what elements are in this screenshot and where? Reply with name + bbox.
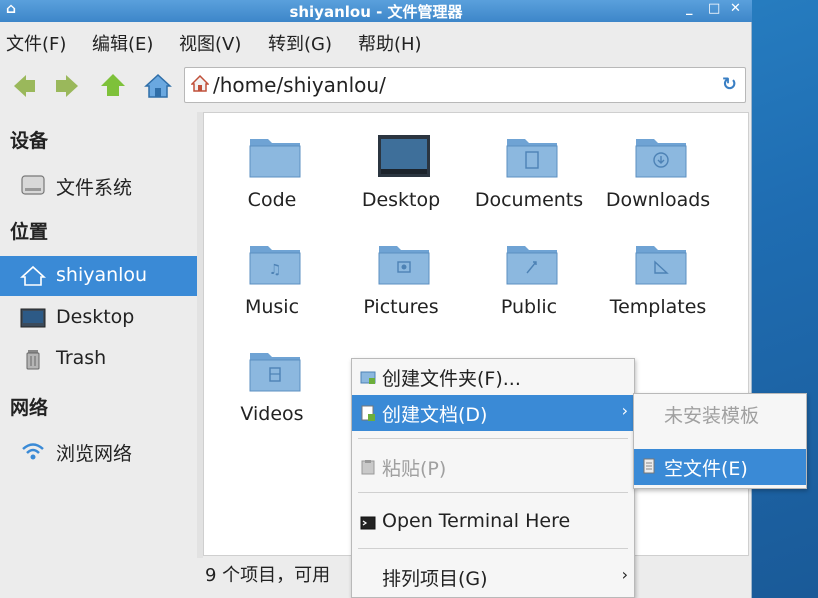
home-button[interactable] — [142, 72, 172, 100]
sidebar-item-label: Trash — [56, 347, 107, 369]
file-name: Pictures — [363, 296, 439, 318]
file-name: Public — [500, 296, 558, 318]
home-icon — [144, 73, 172, 98]
desktop-icon — [20, 308, 46, 328]
file-item-downloads[interactable]: Downloads — [593, 113, 723, 213]
sidebar-header-devices: 设备 — [10, 130, 49, 152]
new-document-icon — [361, 405, 375, 421]
toolbar: /home/shiyanlou/ ↻ — [0, 62, 752, 110]
status-text: 9 个项目，可用 — [205, 565, 331, 586]
back-button[interactable] — [10, 72, 40, 100]
menu-separator — [358, 492, 628, 493]
window-title: shiyanlou - 文件管理器 — [289, 3, 463, 21]
sidebar-item-shiyanlou[interactable]: shiyanlou — [0, 256, 197, 296]
sidebar-item-label: shiyanlou — [56, 264, 148, 286]
ctx-item-arrange-items[interactable]: 排列项目(G) › — [352, 559, 634, 595]
sidebar-item-browse-network[interactable]: 浏览网络 — [0, 431, 197, 471]
menu-bar: 文件(F) 编辑(E) 视图(V) 转到(G) 帮助(H) — [0, 24, 752, 60]
new-folder-icon — [360, 371, 376, 384]
close-button[interactable]: ✕ — [730, 1, 741, 16]
file-name: Templates — [609, 296, 707, 318]
sidebar-header-places: 位置 — [10, 221, 49, 243]
up-button[interactable] — [98, 72, 128, 100]
file-name: Music — [244, 296, 300, 318]
minimize-button[interactable]: _ — [686, 1, 693, 16]
file-item-templates[interactable]: Templates — [593, 220, 723, 320]
svg-text:♫: ♫ — [269, 262, 282, 278]
file-name: Desktop — [361, 189, 441, 211]
terminal-icon — [360, 516, 376, 530]
ctx-item-open-terminal[interactable]: Open Terminal Here — [352, 505, 634, 541]
sidebar-item-trash[interactable]: Trash — [0, 339, 197, 379]
file-name: Code — [247, 189, 297, 211]
menu-separator — [358, 438, 628, 439]
templates-folder-icon — [635, 246, 687, 285]
ctx-item-label: 粘贴(P) — [382, 458, 447, 480]
sidebar-item-filesystem[interactable]: 文件系统 — [0, 165, 197, 205]
sidebar-header-network: 网络 — [10, 397, 49, 419]
sidebar-item-desktop[interactable]: Desktop — [0, 298, 197, 338]
public-folder-icon — [506, 246, 558, 285]
ctx-item-create-document[interactable]: 创建文档(D) › — [352, 395, 634, 431]
videos-folder-icon — [249, 353, 301, 392]
sidebar-item-label: 浏览网络 — [56, 443, 133, 465]
ctx-item-label: 排列项目(G) — [382, 568, 488, 590]
file-name: Documents — [474, 189, 584, 211]
location-bar[interactable]: /home/shiyanlou/ ↻ — [184, 67, 746, 103]
ctx-item-create-folder[interactable]: 创建文件夹(F)... — [352, 359, 634, 395]
maximize-button[interactable]: □ — [708, 1, 720, 16]
documents-folder-icon — [506, 139, 558, 178]
ctx-item-label: Open Terminal Here — [382, 510, 571, 532]
location-text: /home/shiyanlou/ — [213, 73, 386, 97]
create-document-submenu: 未安装模板 空文件(E) — [633, 393, 807, 489]
home-icon — [191, 75, 209, 92]
ctx-item-paste[interactable]: 粘贴(P) — [352, 449, 634, 485]
forward-button[interactable] — [52, 72, 82, 100]
menu-edit[interactable]: 编辑(E) — [92, 30, 153, 56]
menu-go[interactable]: 转到(G) — [268, 30, 332, 56]
pictures-folder-icon — [378, 246, 430, 285]
paste-icon — [361, 460, 375, 475]
file-item-pictures[interactable]: Pictures — [336, 220, 466, 320]
empty-file-icon — [643, 458, 655, 474]
downloads-folder-icon — [635, 139, 687, 178]
submenu-arrow-icon: › — [621, 565, 628, 584]
context-menu: 创建文件夹(F)... 创建文档(D) › 粘贴(P) Open Termina… — [351, 358, 635, 598]
reload-icon[interactable]: ↻ — [722, 74, 737, 95]
submenu-arrow-icon: › — [621, 401, 628, 420]
file-name: Downloads — [605, 189, 711, 211]
wifi-icon — [22, 443, 44, 460]
file-name: Videos — [240, 403, 304, 425]
file-item-documents[interactable]: Documents — [464, 113, 594, 213]
sidebar: 设备 文件系统 位置 shiyanlou Desktop Trash 网络 浏览… — [0, 112, 197, 590]
submenu-item-no-templates: 未安装模板 — [634, 396, 806, 432]
file-item-code[interactable]: Code — [207, 113, 337, 213]
file-item-public[interactable]: Public — [464, 220, 594, 320]
trash-icon — [26, 350, 40, 370]
menu-view[interactable]: 视图(V) — [179, 30, 241, 56]
desktop-folder-icon — [378, 135, 430, 177]
drive-icon — [21, 175, 45, 195]
home-folder-icon — [20, 265, 46, 286]
music-folder-icon: ♫ — [249, 246, 301, 285]
file-item-videos[interactable]: Videos — [207, 327, 337, 427]
sidebar-item-label: Desktop — [56, 306, 135, 328]
menu-help[interactable]: 帮助(H) — [358, 30, 422, 56]
ctx-item-label: 创建文件夹(F)... — [382, 368, 521, 390]
submenu-item-empty-file[interactable]: 空文件(E) — [634, 449, 806, 485]
submenu-item-label: 未安装模板 — [664, 405, 760, 427]
title-bar[interactable]: ⌂ shiyanlou - 文件管理器 _ □ ✕ — [0, 0, 752, 22]
menu-separator — [358, 548, 628, 549]
menu-file[interactable]: 文件(F) — [6, 30, 66, 56]
ctx-item-label: 创建文档(D) — [382, 404, 488, 426]
sidebar-item-label: 文件系统 — [56, 177, 133, 199]
file-item-music[interactable]: ♫ Music — [207, 220, 337, 320]
file-item-desktop[interactable]: Desktop — [336, 113, 466, 213]
submenu-item-label: 空文件(E) — [664, 458, 748, 480]
folder-icon — [249, 139, 301, 178]
